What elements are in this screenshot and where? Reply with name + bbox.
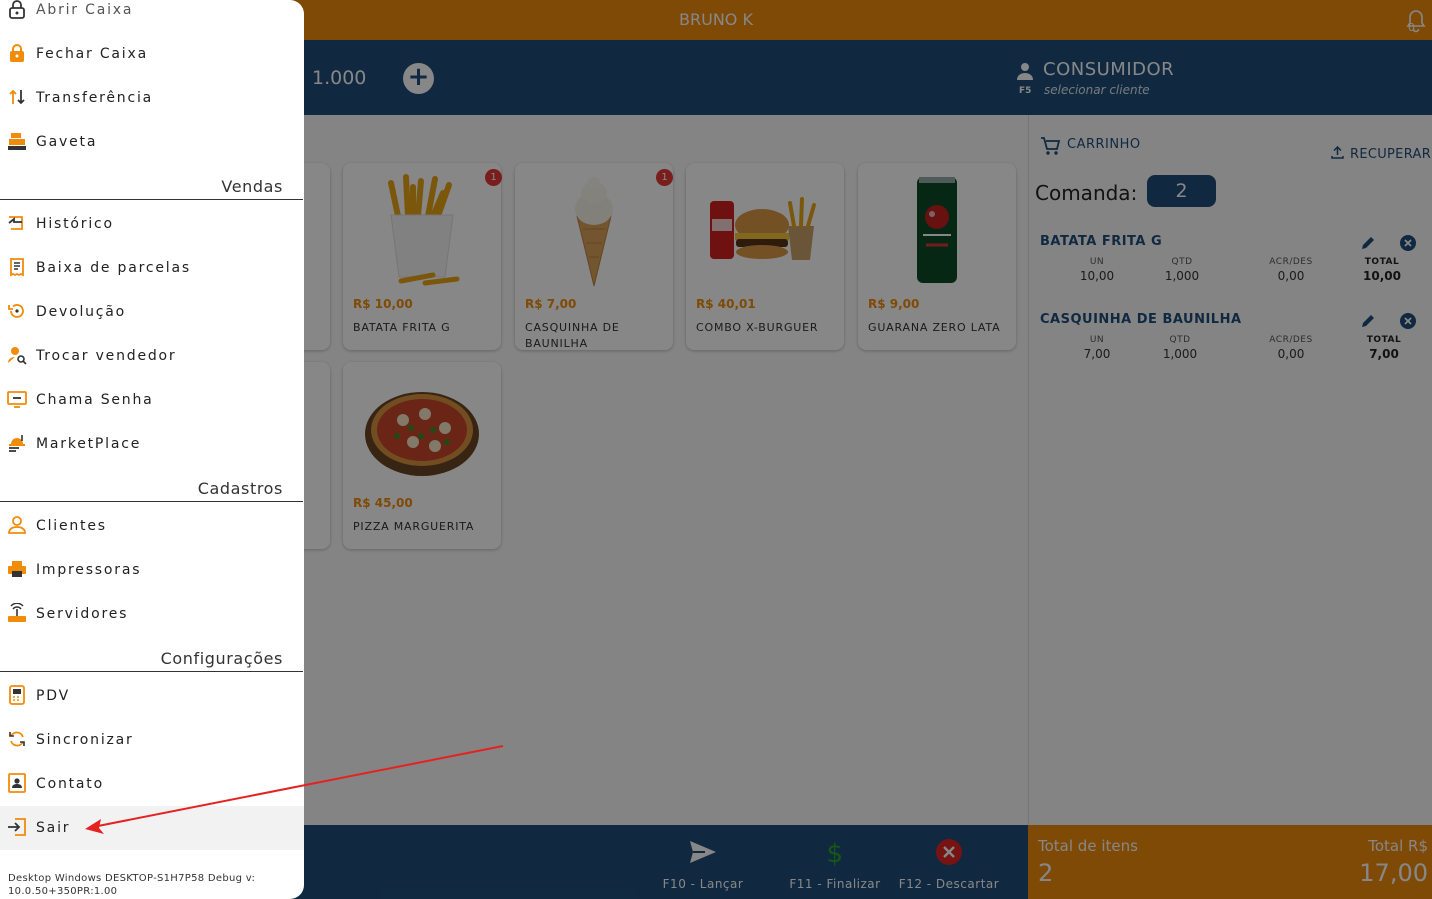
menu-item-label: Gaveta (36, 134, 98, 150)
menu-item-label: Histórico (36, 216, 114, 232)
menu-item-devolucao[interactable]: Devolução (0, 290, 304, 334)
menu-item-sair[interactable]: Sair (0, 806, 304, 850)
menu-item-label: Trocar vendedor (36, 348, 177, 364)
menu-item-sincronizar[interactable]: Sincronizar (0, 718, 304, 762)
menu-item-clientes[interactable]: Clientes (0, 504, 304, 548)
menu-item-historico[interactable]: Histórico (0, 202, 304, 246)
menu-item-label: PDV (36, 688, 70, 704)
contact-icon (8, 773, 26, 793)
navigation-drawer: Abrir Caixa Fechar Caixa Transferência G… (0, 0, 304, 899)
menu-item-label: Devolução (36, 304, 127, 320)
app-version: Desktop Windows DESKTOP-S1H7P58 Debug v:… (8, 873, 256, 897)
router-icon (8, 603, 26, 622)
food-delivery-icon (9, 435, 25, 452)
menu-item-pdv[interactable]: PDV (0, 674, 304, 718)
menu-item-label: MarketPlace (36, 436, 142, 452)
menu-item-label: Fechar Caixa (36, 46, 148, 62)
menu-item-impressoras[interactable]: Impressoras (0, 548, 304, 592)
menu-item-marketplace[interactable]: MarketPlace (0, 422, 304, 466)
monitor-icon (7, 391, 27, 408)
cash-register-icon (8, 133, 26, 150)
menu-item-label: Contato (36, 776, 104, 792)
menu-item-label: Baixa de parcelas (36, 260, 191, 276)
return-icon (8, 304, 24, 318)
menu-item-label: Servidores (36, 606, 129, 622)
menu-item-chama-senha[interactable]: Chama Senha (0, 378, 304, 422)
menu-item-fechar-caixa[interactable]: Fechar Caixa (0, 32, 304, 76)
section-title: Cadastros (197, 479, 283, 498)
lock-icon (10, 44, 24, 62)
menu-item-abrir-caixa[interactable]: Abrir Caixa (0, 0, 304, 32)
menu-item-trocar-vendedor[interactable]: Trocar vendedor (0, 334, 304, 378)
menu-item-label: Chama Senha (36, 392, 154, 408)
menu-item-label: Clientes (36, 518, 107, 534)
menu-item-contato[interactable]: Contato (0, 762, 304, 806)
lock-open-icon (9, 0, 25, 19)
history-icon (8, 216, 23, 230)
transfer-icon (9, 89, 25, 105)
person-icon (8, 516, 26, 534)
menu-item-servidores[interactable]: Servidores (0, 592, 304, 636)
user-search-icon (8, 347, 27, 365)
menu-item-label: Sair (36, 820, 71, 836)
menu-item-label: Impressoras (36, 562, 142, 578)
logout-icon (8, 818, 26, 836)
section-title: Configurações (160, 649, 283, 668)
section-vendas: Vendas (0, 176, 303, 200)
section-title: Vendas (221, 177, 283, 196)
section-configuracoes: Configurações (0, 648, 303, 672)
menu-item-label: Transferência (36, 90, 154, 106)
section-cadastros: Cadastros (0, 478, 303, 502)
menu-item-gaveta[interactable]: Gaveta (0, 120, 304, 164)
printer-icon (8, 561, 26, 577)
receipt-icon (10, 258, 24, 277)
sync-icon (9, 731, 25, 747)
menu-item-label: Sincronizar (36, 732, 134, 748)
menu-item-baixa-parcelas[interactable]: Baixa de parcelas (0, 246, 304, 290)
menu-item-transferencia[interactable]: Transferência (0, 76, 304, 120)
pos-device-icon (9, 685, 25, 705)
menu-item-label: Abrir Caixa (36, 2, 134, 18)
